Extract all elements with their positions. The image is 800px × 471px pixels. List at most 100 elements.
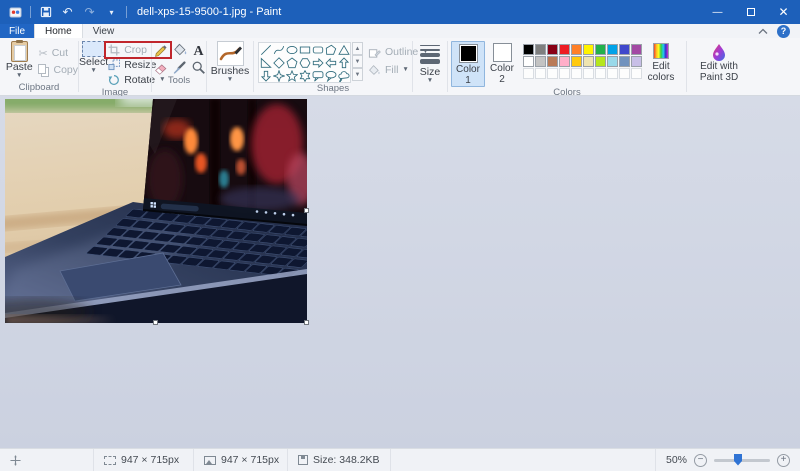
tab-view[interactable]: View (83, 24, 125, 38)
group-size: Size ▼ (413, 38, 447, 95)
palette-swatch[interactable] (571, 44, 582, 55)
palette-swatch[interactable] (559, 44, 570, 55)
tab-file[interactable]: File (0, 24, 34, 38)
shapes-scroll-up-button[interactable]: ▲ (352, 42, 363, 55)
palette-swatch[interactable] (631, 44, 642, 55)
palette-empty-swatch[interactable] (619, 68, 630, 79)
eyedropper-tool-button[interactable] (172, 60, 187, 75)
resize-handle-corner[interactable] (304, 320, 309, 325)
shape-star-6-icon[interactable] (298, 69, 311, 82)
shapes-more-button[interactable]: ▼ (352, 68, 363, 81)
resize-handle-right[interactable] (304, 208, 309, 213)
shape-callout-cloud-icon[interactable] (337, 69, 350, 82)
shape-callout-oval-icon[interactable] (324, 69, 337, 82)
palette-swatch[interactable] (583, 44, 594, 55)
palette-empty-swatch[interactable] (535, 68, 546, 79)
shape-arrow-down-icon[interactable] (259, 69, 272, 82)
palette-swatch[interactable] (631, 56, 642, 67)
shape-star-5-icon[interactable] (285, 69, 298, 82)
palette-swatch[interactable] (547, 44, 558, 55)
shape-curve-icon[interactable] (272, 43, 285, 56)
palette-swatch[interactable] (571, 56, 582, 67)
shape-hexagon-icon[interactable] (298, 56, 311, 69)
magnifier-tool-button[interactable] (191, 60, 206, 75)
palette-swatch[interactable] (547, 56, 558, 67)
resize-icon (108, 59, 120, 71)
close-button[interactable]: ✕ (767, 0, 800, 24)
palette-empty-swatch[interactable] (595, 68, 606, 79)
brushes-button[interactable]: Brushes ▼ (211, 41, 250, 95)
palette-swatch[interactable] (607, 44, 618, 55)
fill-tool-button[interactable] (172, 42, 187, 57)
crop-button[interactable]: Crop (108, 43, 165, 57)
text-tool-button[interactable]: A (191, 42, 206, 57)
canvas-image[interactable] (5, 99, 307, 323)
shape-arrow-up-icon[interactable] (337, 56, 350, 69)
color1-button[interactable]: Color 1 (451, 41, 485, 87)
palette-swatch[interactable] (559, 56, 570, 67)
help-icon[interactable]: ? (777, 25, 790, 38)
group-paint3d: Edit with Paint 3D (687, 38, 751, 95)
redo-button[interactable]: ↷ (82, 4, 97, 20)
shape-rounded-rectangle-icon[interactable] (311, 43, 324, 56)
palette-empty-swatch[interactable] (547, 68, 558, 79)
zoom-controls: 50% − + (655, 449, 800, 471)
shape-arrow-right-icon[interactable] (311, 56, 324, 69)
palette-swatch[interactable] (535, 56, 546, 67)
palette-swatch[interactable] (583, 56, 594, 67)
palette-swatch[interactable] (607, 56, 618, 67)
qat-customize-dropdown[interactable]: ▾ (104, 4, 119, 20)
size-dropdown-icon: ▼ (427, 78, 433, 84)
palette-swatch[interactable] (523, 44, 534, 55)
palette-swatch[interactable] (535, 44, 546, 55)
shape-star-4-icon[interactable] (272, 69, 285, 82)
eraser-tool-button[interactable] (153, 60, 168, 75)
zoom-in-button[interactable]: + (777, 454, 790, 467)
palette-empty-swatch[interactable] (571, 68, 582, 79)
shape-line-icon[interactable] (259, 43, 272, 56)
shape-diamond-icon[interactable] (272, 56, 285, 69)
palette-swatch[interactable] (595, 56, 606, 67)
zoom-slider-handle[interactable] (734, 454, 742, 466)
palette-empty-swatch[interactable] (607, 68, 618, 79)
palette-swatch[interactable] (619, 44, 630, 55)
shape-rectangle-icon[interactable] (298, 43, 311, 56)
shape-callout-rounded-icon[interactable] (311, 69, 324, 82)
edit-with-paint3d-button[interactable]: Edit with Paint 3D (687, 41, 751, 95)
size-button[interactable]: Size ▼ (420, 41, 440, 95)
zoom-slider[interactable] (714, 459, 770, 462)
paste-button[interactable]: Paste ▼ (0, 41, 38, 82)
file-size-icon (298, 455, 308, 465)
shape-pentagon-icon[interactable] (285, 56, 298, 69)
resize-handle-bottom[interactable] (153, 320, 158, 325)
collapse-ribbon-icon[interactable] (758, 27, 768, 35)
palette-swatch[interactable] (595, 44, 606, 55)
minimize-button[interactable]: — (701, 0, 734, 24)
palette-swatch[interactable] (523, 56, 534, 67)
group-brushes: Brushes ▼ (207, 38, 253, 95)
shape-ellipse-icon[interactable] (285, 43, 298, 56)
shape-polygon-icon[interactable] (324, 43, 337, 56)
palette-empty-swatch[interactable] (523, 68, 534, 79)
shape-right-triangle-icon[interactable] (259, 56, 272, 69)
palette-empty-swatch[interactable] (559, 68, 570, 79)
save-button[interactable] (38, 4, 53, 20)
palette-empty-swatch[interactable] (631, 68, 642, 79)
palette-row-2 (523, 56, 642, 67)
shape-arrow-left-icon[interactable] (324, 56, 337, 69)
palette-empty-swatch[interactable] (583, 68, 594, 79)
copy-button[interactable]: Copy (38, 63, 78, 77)
color2-button[interactable]: Color 2 (485, 41, 519, 87)
select-button[interactable]: Select ▼ (79, 41, 108, 87)
window-controls: — ✕ (701, 0, 800, 24)
palette-swatch[interactable] (619, 56, 630, 67)
shapes-scroll-down-button[interactable]: ▼ (352, 55, 363, 68)
tab-home[interactable]: Home (34, 24, 83, 38)
maximize-button[interactable] (734, 0, 767, 24)
cut-button[interactable]: ✂ Cut (38, 46, 78, 60)
selection-size-value: 947 × 715px (121, 454, 179, 466)
zoom-out-button[interactable]: − (694, 454, 707, 467)
shape-triangle-icon[interactable] (337, 43, 350, 56)
edit-colors-button[interactable]: Edit colors (644, 41, 678, 87)
undo-button[interactable]: ↶ (60, 4, 75, 20)
